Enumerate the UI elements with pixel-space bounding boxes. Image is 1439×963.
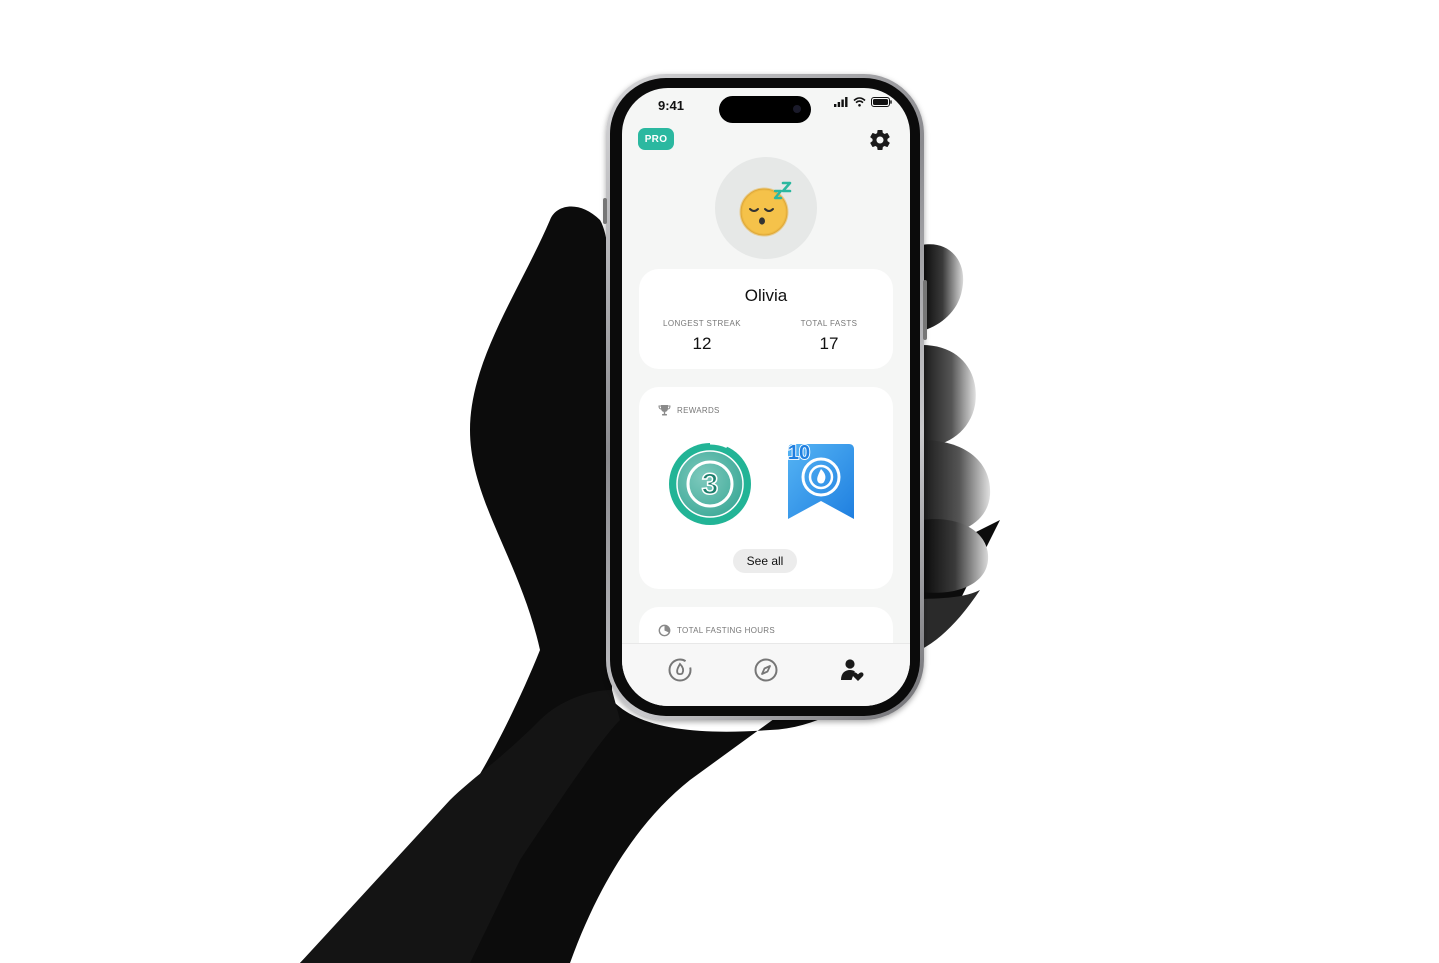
sleeping-face-icon — [739, 181, 792, 237]
fasting-hours-title: TOTAL FASTING HOURS — [677, 626, 776, 635]
status-time: 9:41 — [658, 98, 685, 113]
fasting-hours-header: TOTAL FASTING HOURS — [658, 624, 775, 637]
gear-icon[interactable] — [868, 128, 892, 152]
user-heart-icon[interactable] — [838, 656, 866, 684]
fast-10-ribbon-icon[interactable]: 10 — [779, 439, 861, 531]
wifi-icon — [853, 97, 866, 107]
status-icons — [834, 97, 892, 107]
stat-longest-streak: LONGEST STREAK 12 — [642, 319, 762, 354]
avatar[interactable] — [715, 157, 817, 259]
rewards-header: REWARDS — [658, 404, 720, 416]
profile-card: Olivia LONGEST STREAK 12 TOTAL FASTS 17 — [639, 269, 893, 369]
stat-label: TOTAL FASTS — [800, 319, 858, 328]
camera-dot — [793, 105, 801, 113]
stat-total-fasts: TOTAL FASTS 17 — [769, 319, 889, 354]
trophy-icon — [658, 405, 671, 416]
phone-power-button — [923, 280, 927, 340]
pro-badge[interactable]: PRO — [638, 128, 674, 150]
profile-name: Olivia — [744, 286, 788, 305]
stat-value: 17 — [819, 334, 839, 353]
phone-side-button — [603, 198, 607, 224]
timer-icon — [658, 624, 671, 637]
stat-label: LONGEST STREAK — [663, 319, 741, 328]
battery-icon — [871, 97, 892, 107]
compass-icon[interactable] — [752, 656, 780, 684]
streak-3-badge-icon[interactable]: 3 — [665, 439, 755, 529]
rewards-title: REWARDS — [677, 405, 720, 415]
tab-bar — [622, 643, 910, 706]
cellular-signal-icon — [834, 97, 848, 107]
rewards-card: REWARDS 3 10 See all — [639, 387, 893, 589]
dynamic-island — [719, 96, 811, 123]
flame-timer-icon[interactable] — [666, 656, 694, 684]
badge-10-number: 10 — [788, 442, 810, 464]
app-screen: 9:41 PRO Olivia LONGEST STREAK 12 TOTAL … — [622, 88, 910, 706]
badge-3-number: 3 — [702, 468, 719, 501]
stat-value: 12 — [692, 334, 712, 353]
see-all-button[interactable]: See all — [733, 549, 797, 573]
